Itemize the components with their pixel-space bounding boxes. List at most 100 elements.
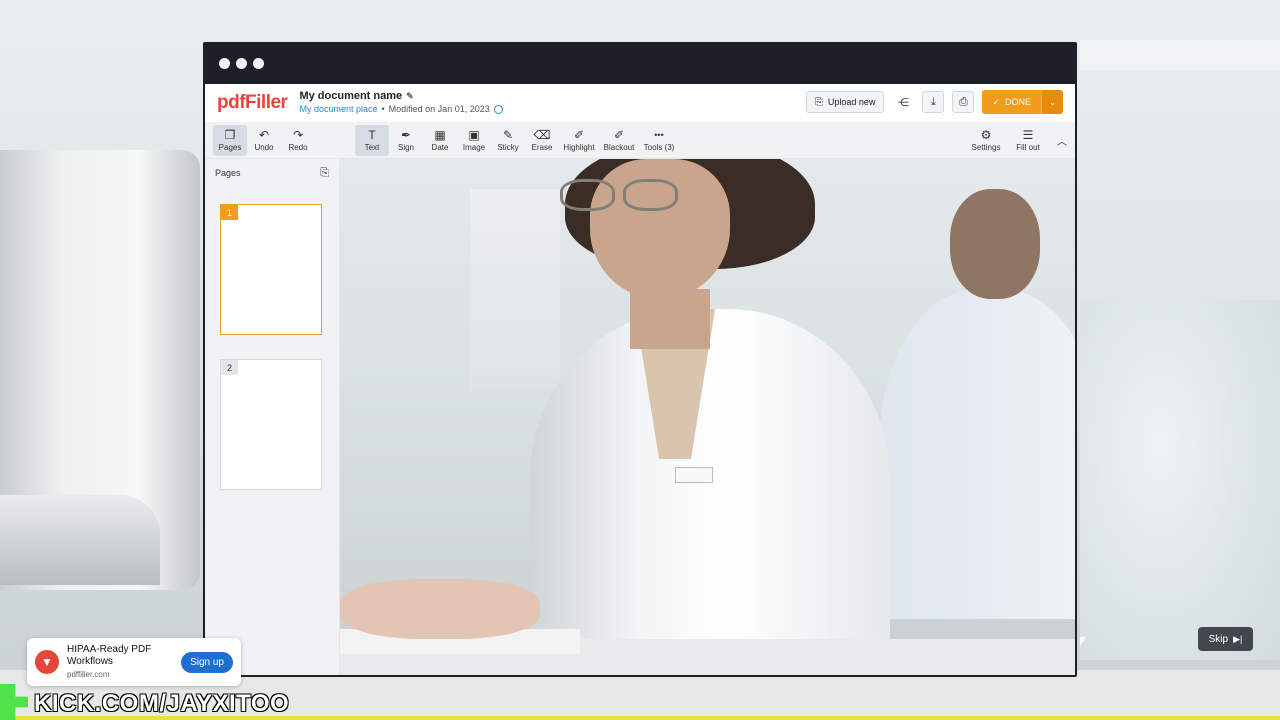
blackout-tool-label: Blackout bbox=[603, 142, 635, 152]
typing-hands bbox=[340, 579, 540, 639]
erase-tool-button[interactable]: ⌫ Erase bbox=[525, 125, 559, 156]
share-button[interactable]: ⋲ bbox=[892, 91, 914, 113]
more-tools-button[interactable]: ••• Tools (3) bbox=[639, 125, 679, 156]
sign-up-button[interactable]: Sign up bbox=[181, 651, 233, 673]
window-close-icon[interactable] bbox=[219, 57, 230, 69]
sign-icon: ✒ bbox=[400, 127, 412, 142]
editor-header: pdfFiller My document name ✎ My document… bbox=[205, 84, 1075, 122]
background-doctor-head bbox=[950, 189, 1040, 299]
text-icon: T bbox=[368, 127, 376, 142]
background-monitor-stand bbox=[0, 495, 160, 585]
document-info: My document name ✎ My document place • M… bbox=[299, 90, 503, 116]
background-doctor bbox=[880, 189, 1075, 675]
pdf-editor: pdfFiller My document name ✎ My document… bbox=[205, 84, 1075, 675]
highlight-tool-label: Highlight bbox=[563, 142, 595, 152]
print-icon: ⎙ bbox=[959, 95, 968, 108]
chevron-down-icon: ⌄ bbox=[1048, 96, 1057, 107]
highlighter-icon: ✐ bbox=[573, 127, 585, 142]
sign-tool-label: Sign bbox=[397, 142, 414, 152]
redo-icon: ↷ bbox=[292, 127, 304, 142]
image-tool-button[interactable]: ▣ Image bbox=[457, 125, 491, 156]
text-tool-button[interactable]: T Text bbox=[355, 124, 389, 156]
page-thumbnail-2[interactable]: 2 bbox=[220, 359, 322, 490]
document-canvas bbox=[340, 159, 1075, 675]
upload-new-label: Upload new bbox=[827, 97, 876, 107]
date-tool-label: Date bbox=[431, 142, 449, 152]
glasses bbox=[555, 179, 685, 219]
print-button[interactable]: ⎙ bbox=[952, 91, 975, 113]
page-thumbnail-1[interactable]: 1 bbox=[220, 204, 322, 335]
page-number-badge: 2 bbox=[221, 360, 238, 375]
settings-button[interactable]: ⚙ Settings bbox=[967, 125, 1005, 156]
stream-watermark: KICK.COM/JAYXITOO bbox=[34, 690, 290, 717]
ad-title: HIPAA-Ready PDF Workflows bbox=[67, 643, 152, 667]
skip-ad-button[interactable]: Skip ▶| bbox=[1198, 627, 1253, 651]
ad-text: HIPAA-Ready PDF Workflows pdffiller.com bbox=[67, 644, 173, 681]
fill-out-button[interactable]: ☰ Fill out bbox=[1009, 125, 1047, 156]
header-actions: ⎘ Upload new ⋲ ⤓ ⎙ ✓ DONE ⌄ bbox=[805, 90, 1063, 114]
document-place-link[interactable]: My document place bbox=[299, 103, 377, 116]
modified-date: Modified on Jan 01, 2023 bbox=[388, 104, 490, 114]
wall-poster bbox=[470, 189, 560, 389]
checkmark-icon: ✓ bbox=[992, 96, 1000, 107]
sticky-tool-label: Sticky bbox=[497, 142, 519, 152]
skip-next-icon: ▶| bbox=[1233, 633, 1243, 644]
download-button[interactable]: ⤓ bbox=[922, 91, 945, 113]
editor-toolbar: ❐ Pages ↶ Undo ↷ Redo T Text ✒ Sign ▦ Da… bbox=[205, 122, 1075, 159]
image-icon: ▣ bbox=[468, 127, 480, 142]
page-number-badge: 1 bbox=[221, 205, 238, 220]
date-tool-button[interactable]: ▦ Date bbox=[423, 125, 457, 156]
sign-tool-button[interactable]: ✒ Sign bbox=[389, 125, 423, 156]
toolbar-left-group: ❐ Pages ↶ Undo ↷ Redo bbox=[213, 124, 315, 156]
sticky-tool-button[interactable]: ✎ Sticky bbox=[491, 125, 525, 156]
settings-label: Settings bbox=[971, 143, 1001, 152]
text-tool-label: Text bbox=[364, 142, 380, 152]
pages-sidebar: Pages ⎘ 1 2 bbox=[205, 159, 340, 675]
pages-icon: ❐ bbox=[224, 127, 236, 142]
fill-out-label: Fill out bbox=[1016, 143, 1040, 152]
window-maximize-icon[interactable] bbox=[253, 57, 264, 69]
redo-button[interactable]: ↷ Redo bbox=[281, 125, 315, 156]
upload-file-icon: ⎘ bbox=[814, 96, 823, 108]
sponsored-ad[interactable]: ▼ HIPAA-Ready PDF Workflows pdffiller.co… bbox=[27, 638, 241, 686]
window-minimize-icon[interactable] bbox=[236, 57, 247, 69]
pdffiller-ad-logo-icon: ▼ bbox=[35, 650, 59, 674]
done-button[interactable]: ✓ DONE bbox=[982, 90, 1041, 114]
pdffiller-logo[interactable]: pdfFiller bbox=[217, 92, 288, 114]
background-figure bbox=[1080, 300, 1280, 660]
download-icon: ⤓ bbox=[931, 95, 936, 108]
name-badge bbox=[675, 467, 713, 483]
background-shelf bbox=[1080, 40, 1280, 70]
background-doctor-body bbox=[880, 289, 1075, 619]
clock-icon[interactable] bbox=[493, 105, 503, 114]
document-meta: My document place • Modified on Jan 01, … bbox=[299, 103, 503, 116]
pages-tool-button[interactable]: ❐ Pages bbox=[213, 124, 247, 156]
document-name[interactable]: My document name ✎ bbox=[299, 90, 502, 103]
done-dropdown-button[interactable]: ⌄ bbox=[1041, 90, 1063, 114]
redo-label: Redo bbox=[288, 142, 308, 152]
done-button-group: ✓ DONE ⌄ bbox=[982, 90, 1063, 114]
more-tools-label: Tools (3) bbox=[643, 142, 675, 152]
blackout-tool-button[interactable]: ✐ Blackout bbox=[599, 125, 639, 156]
lab-coat bbox=[530, 309, 890, 675]
upload-new-button[interactable]: ⎘ Upload new bbox=[805, 91, 885, 113]
gear-icon: ⚙ bbox=[980, 128, 992, 142]
highlight-tool-button[interactable]: ✐ Highlight bbox=[559, 125, 599, 156]
done-label: DONE bbox=[1004, 97, 1031, 107]
undo-label: Undo bbox=[254, 142, 274, 152]
pages-tool-label: Pages bbox=[218, 142, 242, 152]
app-window: pdfFiller My document name ✎ My document… bbox=[203, 42, 1077, 677]
image-tool-label: Image bbox=[462, 142, 486, 152]
more-icon: ••• bbox=[654, 129, 664, 140]
collapse-toolbar-chevron-up-icon[interactable]: ︿ bbox=[1057, 133, 1067, 148]
eraser-icon: ⌫ bbox=[533, 127, 551, 142]
edit-pencil-icon[interactable]: ✎ bbox=[406, 90, 414, 103]
erase-tool-label: Erase bbox=[531, 142, 553, 152]
document-name-label: My document name bbox=[299, 90, 403, 102]
pages-sidebar-title: Pages bbox=[215, 168, 241, 178]
add-page-icon[interactable]: ⎘ bbox=[320, 167, 329, 180]
share-icon: ⋲ bbox=[897, 96, 909, 109]
undo-button[interactable]: ↶ Undo bbox=[247, 125, 281, 156]
undo-icon: ↶ bbox=[258, 127, 270, 142]
toolbar-tools-group: T Text ✒ Sign ▦ Date ▣ Image ✎ Sticky ⌫ … bbox=[355, 124, 679, 156]
